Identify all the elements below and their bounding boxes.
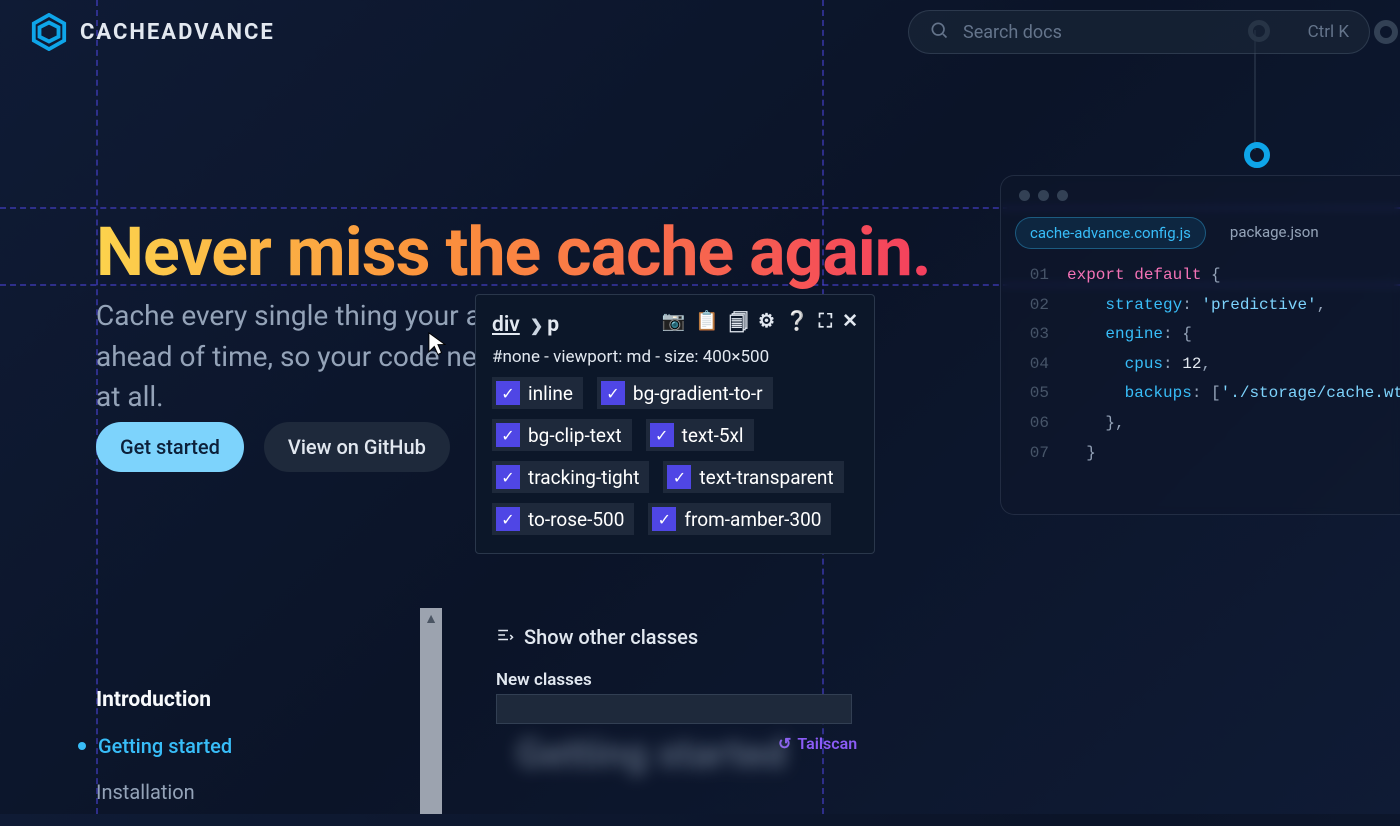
class-chip[interactable]: ✓ to-rose-500 [492,503,634,535]
list-icon [496,625,514,649]
class-chip[interactable]: ✓ text-transparent [663,461,843,493]
clipboard-icon[interactable]: 📋 [695,309,719,341]
inspector-breadcrumb: div ❯ p 📷 📋 🗐 ⚙ ❔ ⛶ ✕ [492,309,858,341]
blurred-heading: Getting started [516,730,787,777]
nav-section-title: Introduction [96,688,232,712]
chevron-right-icon: ❯ [530,316,543,335]
line-number: 01 [1015,261,1049,291]
inspector-meta: #none - viewport: md - size: 400×500 [492,347,858,367]
tailscan-label: Tailscan [797,734,857,753]
class-chip-label: tracking-tight [528,466,639,489]
checkbox-icon[interactable]: ✓ [496,465,520,489]
code-body: 01export default {02 strategy: 'predicti… [1015,261,1400,468]
new-classes-input[interactable] [496,694,852,724]
line-number: 06 [1015,409,1049,439]
cursor-icon [428,332,446,356]
nav-link-label: Installation [96,780,195,804]
code-line: 04 cpus: 12, [1015,350,1400,380]
code-preview-panel: cache-advance.config.js package.json 01e… [1000,175,1400,515]
code-line: 03 engine: { [1015,320,1400,350]
window-dot-icon [1057,190,1068,201]
show-other-classes-button[interactable]: Show other classes [496,625,698,649]
breadcrumb-current: p [547,313,559,337]
code-tabs: cache-advance.config.js package.json [1015,217,1400,249]
copy-icon[interactable]: 🗐 [729,309,748,341]
code-tab-active[interactable]: cache-advance.config.js [1015,217,1206,249]
logo-text: CACHEADVANCE [80,20,275,45]
logo-hex-icon [30,13,68,51]
checkbox-icon[interactable]: ✓ [652,507,676,531]
breadcrumb-parent[interactable]: div [492,313,520,337]
class-chip[interactable]: ✓ bg-gradient-to-r [597,377,773,409]
logo[interactable]: CACHEADVANCE [30,13,275,51]
search-input[interactable]: Search docs Ctrl K [908,10,1370,54]
inspector-classes: ✓ inline ✓ bg-gradient-to-r ✓ bg-clip-text ✓ te… [492,377,858,535]
search-icon [929,20,949,44]
checkbox-icon[interactable]: ✓ [496,507,520,531]
line-number: 05 [1015,379,1049,409]
checkbox-icon[interactable]: ✓ [496,381,520,405]
class-chip[interactable]: ✓ tracking-tight [492,461,649,493]
line-number: 03 [1015,320,1049,350]
line-number: 04 [1015,350,1049,380]
window-controls [1015,190,1400,201]
inspector-panel: div ❯ p 📷 📋 🗐 ⚙ ❔ ⛶ ✕ #none - viewport: … [475,294,875,554]
new-classes-label: New classes [496,670,592,690]
scrollbar[interactable]: ▲ [420,608,442,814]
class-chip-label: bg-gradient-to-r [633,382,763,405]
class-chip-label: text-5xl [682,424,744,447]
checkbox-icon[interactable]: ✓ [601,381,625,405]
class-chip-label: from-amber-300 [684,508,821,531]
code-tab[interactable]: package.json [1216,217,1333,249]
inspector-toolbar: 📷 📋 🗐 ⚙ ❔ ⛶ ✕ [662,309,858,341]
checkbox-icon[interactable]: ✓ [496,423,520,447]
line-number: 07 [1015,439,1049,469]
line-number: 02 [1015,291,1049,321]
tailscan-brand[interactable]: ↺ Tailscan [778,734,857,753]
window-dot-icon [1038,190,1049,201]
header: CACHEADVANCE Search docs Ctrl K [0,0,1400,64]
decor-ring-icon [1244,142,1270,168]
hero-title: Never miss the cache again. [96,212,931,292]
github-button[interactable]: View on GitHub [264,422,450,472]
search-kbd: Ctrl K [1308,22,1349,42]
code-line: 05 backups: ['./storage/cache.wtf'], [1015,379,1400,409]
get-started-button[interactable]: Get started [96,422,244,472]
window-dot-icon [1019,190,1030,201]
checkbox-icon[interactable]: ✓ [667,465,691,489]
nav-link-label: Getting started [98,734,232,758]
class-chip-label: bg-clip-text [528,424,622,447]
active-dot-icon [78,742,86,750]
code-line: 02 strategy: 'predictive', [1015,291,1400,321]
scroll-up-arrow-icon: ▲ [420,610,442,627]
class-chip[interactable]: ✓ text-5xl [646,419,754,451]
sidebar-nav: Introduction Getting started Installatio… [96,688,232,826]
gear-icon[interactable]: ⚙ [758,309,775,341]
expand-icon[interactable]: ⛶ [819,309,832,341]
hero-buttons: Get started View on GitHub [96,422,450,472]
checkbox-icon[interactable]: ✓ [650,423,674,447]
class-chip-label: to-rose-500 [528,508,624,531]
camera-icon[interactable]: 📷 [662,309,686,341]
code-line: 07 } [1015,439,1400,469]
close-icon[interactable]: ✕ [842,309,858,341]
class-chip-label: inline [528,382,573,405]
class-chip[interactable]: ✓ inline [492,377,583,409]
code-line: 06 }, [1015,409,1400,439]
class-chip-label: text-transparent [699,466,833,489]
nav-link-installation[interactable]: Installation [96,780,232,804]
nav-link-getting-started[interactable]: Getting started [96,734,232,758]
search-placeholder: Search docs [963,22,1308,43]
class-chip[interactable]: ✓ bg-clip-text [492,419,632,451]
code-line: 01export default { [1015,261,1400,291]
show-other-classes-label: Show other classes [524,625,698,649]
class-chip[interactable]: ✓ from-amber-300 [648,503,831,535]
help-icon[interactable]: ❔ [785,309,809,341]
